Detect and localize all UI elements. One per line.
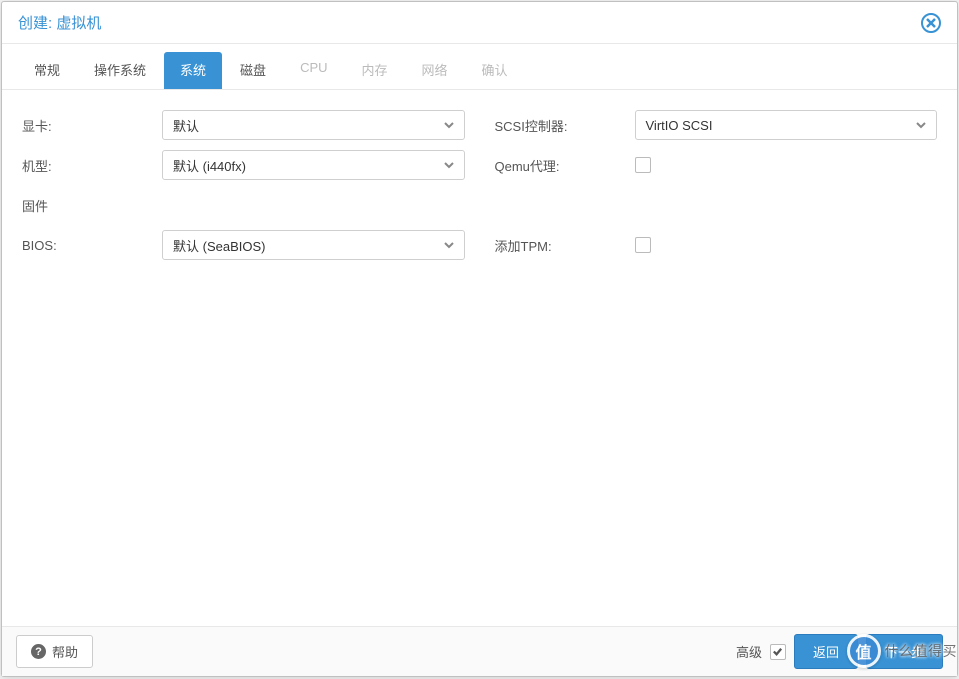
machine-combo[interactable]: 默认 (i440fx): [162, 150, 465, 180]
dialog-title: 创建: 虚拟机: [18, 12, 101, 33]
advanced-checkbox[interactable]: [770, 644, 786, 660]
chevron-down-icon: [444, 238, 454, 253]
qemu-label: Qemu代理:: [495, 156, 635, 175]
row-graphics: 显卡: 默认: [22, 106, 465, 144]
tab-confirm: 确认: [466, 52, 524, 89]
row-tpm: 添加TPM:: [495, 226, 938, 264]
advanced-label: 高级: [736, 642, 762, 661]
footer-left: ? 帮助: [16, 635, 93, 668]
dialog-footer: ? 帮助 高级 返回 下一步: [2, 626, 957, 676]
tab-disk[interactable]: 磁盘: [224, 52, 282, 89]
tab-general[interactable]: 常规: [18, 52, 76, 89]
graphics-combo[interactable]: 默认: [162, 110, 465, 140]
close-icon: [926, 18, 936, 28]
machine-label: 机型:: [22, 156, 162, 175]
bios-label: BIOS:: [22, 238, 162, 253]
row-qemu: Qemu代理:: [495, 146, 938, 184]
firmware-spacer: [495, 186, 635, 224]
help-label: 帮助: [52, 642, 78, 661]
chevron-down-icon: [444, 158, 454, 173]
scsi-combo[interactable]: VirtIO SCSI: [635, 110, 938, 140]
tpm-checkbox[interactable]: [635, 237, 651, 253]
back-button[interactable]: 返回: [794, 634, 858, 669]
machine-value: 默认 (i440fx): [173, 156, 246, 175]
scsi-label: SCSI控制器:: [495, 116, 635, 135]
tpm-label: 添加TPM:: [495, 236, 635, 255]
create-vm-dialog: 创建: 虚拟机 常规 操作系统 系统 磁盘 CPU 内存 网络 确认 显卡: 默…: [1, 1, 958, 677]
right-column: SCSI控制器: VirtIO SCSI Qemu代理: 添加TPM:: [495, 106, 938, 610]
tab-os[interactable]: 操作系统: [78, 52, 162, 89]
firmware-section-label: 固件: [22, 186, 162, 224]
next-button[interactable]: 下一步: [866, 634, 943, 669]
wizard-tabs: 常规 操作系统 系统 磁盘 CPU 内存 网络 确认: [2, 44, 957, 90]
chevron-down-icon: [916, 118, 926, 133]
graphics-value: 默认: [173, 116, 199, 135]
left-column: 显卡: 默认 机型: 默认 (i440fx) 固件 BIOS: 默认 (SeaB…: [22, 106, 465, 610]
dialog-header: 创建: 虚拟机: [2, 2, 957, 44]
bios-combo[interactable]: 默认 (SeaBIOS): [162, 230, 465, 260]
scsi-value: VirtIO SCSI: [646, 118, 713, 133]
help-button[interactable]: ? 帮助: [16, 635, 93, 668]
help-icon: ?: [31, 644, 46, 659]
bios-value: 默认 (SeaBIOS): [173, 236, 265, 255]
tab-memory: 内存: [346, 52, 404, 89]
row-scsi: SCSI控制器: VirtIO SCSI: [495, 106, 938, 144]
tab-cpu: CPU: [284, 52, 343, 89]
footer-right: 高级 返回 下一步: [736, 634, 943, 669]
chevron-down-icon: [444, 118, 454, 133]
tab-network: 网络: [406, 52, 464, 89]
close-button[interactable]: [921, 13, 941, 33]
row-bios: BIOS: 默认 (SeaBIOS): [22, 226, 465, 264]
tab-system[interactable]: 系统: [164, 52, 222, 89]
row-machine: 机型: 默认 (i440fx): [22, 146, 465, 184]
check-icon: [772, 646, 783, 657]
graphics-label: 显卡:: [22, 116, 162, 135]
qemu-checkbox[interactable]: [635, 157, 651, 173]
form-content: 显卡: 默认 机型: 默认 (i440fx) 固件 BIOS: 默认 (SeaB…: [2, 90, 957, 626]
